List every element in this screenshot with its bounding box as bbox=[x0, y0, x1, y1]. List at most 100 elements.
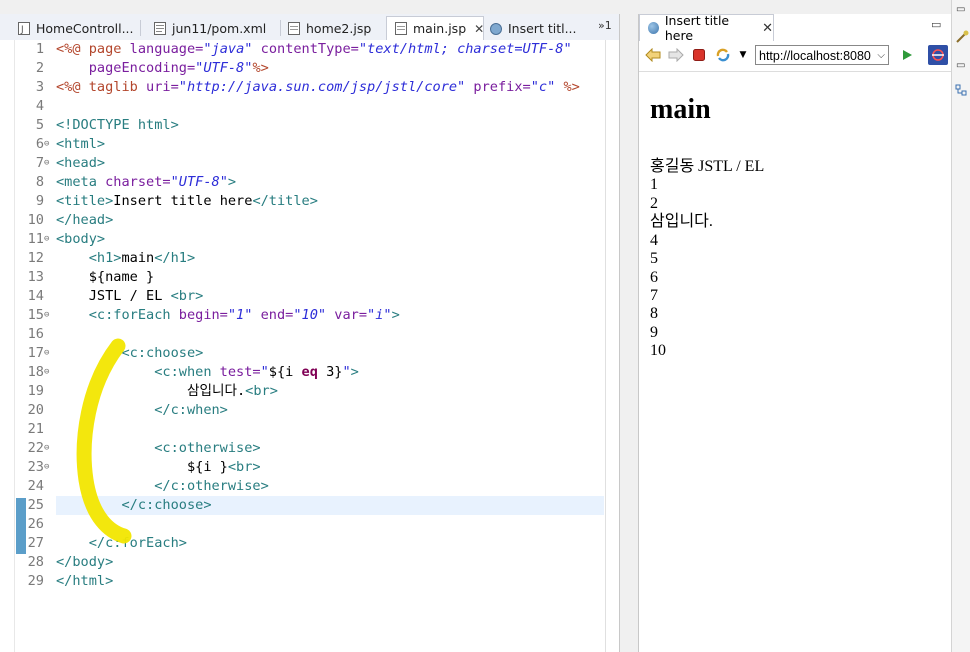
code-line-19: 19 삼입니다.<br> bbox=[0, 382, 604, 401]
code-token: </html> bbox=[56, 572, 113, 591]
browser-globe-icon bbox=[648, 22, 659, 34]
code-token: %> bbox=[555, 79, 580, 95]
open-external-icon[interactable] bbox=[928, 45, 948, 65]
fold-toggle-icon[interactable]: ⊖ bbox=[44, 458, 49, 477]
code-editor[interactable]: 1 <%@ page language="java" contentType="… bbox=[0, 40, 619, 652]
fold-toggle-icon[interactable]: ⊖ bbox=[44, 154, 49, 173]
editor-scrollbar[interactable] bbox=[605, 40, 606, 652]
line-number: 17 bbox=[27, 345, 44, 361]
code-token: <html> bbox=[56, 136, 106, 152]
refresh-icon[interactable] bbox=[715, 47, 731, 63]
line-number: 3 bbox=[35, 79, 44, 95]
back-icon[interactable] bbox=[645, 47, 661, 63]
code-token: </c:choose> bbox=[56, 497, 212, 513]
jsp-file-icon bbox=[288, 21, 300, 35]
code-token: </c:forEach> bbox=[56, 534, 187, 553]
close-tab-icon[interactable]: ✕ bbox=[762, 21, 773, 36]
output-line: 5 bbox=[650, 250, 658, 267]
code-line-10: 10 </head> bbox=[0, 211, 604, 230]
output-line: 9 bbox=[650, 324, 658, 341]
minimize-icon[interactable]: ▭ bbox=[931, 18, 941, 31]
fold-toggle-icon[interactable]: ⊖ bbox=[44, 230, 49, 249]
code-token: </h1> bbox=[154, 250, 196, 266]
code-line-23: 23 ⊖ ${i }<br> bbox=[0, 458, 604, 477]
code-token: <head> bbox=[56, 154, 105, 173]
browser-pane: Insert title here ✕ ▭ ▼ http://localhost… bbox=[638, 13, 952, 652]
code-token: </head> bbox=[56, 212, 114, 228]
code-token: page bbox=[80, 41, 130, 57]
code-token: uri= bbox=[146, 79, 179, 95]
code-token: "http://java.sun.com/jsp/jstl/core" bbox=[178, 79, 466, 95]
code-token: pageEncoding= bbox=[56, 60, 196, 76]
code-token: %> bbox=[252, 60, 269, 76]
line-number: 23 bbox=[27, 459, 44, 475]
line-number: 1 bbox=[35, 41, 44, 57]
fold-toggle-icon[interactable]: ⊖ bbox=[44, 306, 49, 325]
editor-pane: J HomeControll... jun11/pom.xml home2.js… bbox=[0, 14, 620, 652]
fold-toggle-icon[interactable]: ⊖ bbox=[44, 135, 49, 154]
code-line-24: 24 </c:otherwise> bbox=[0, 477, 604, 496]
browser-globe-icon bbox=[490, 22, 502, 35]
code-token: ${i } bbox=[56, 459, 228, 475]
code-line-20: 20 </c:when> bbox=[0, 401, 604, 420]
line-number: 11 bbox=[27, 231, 44, 247]
tab-browser-preview[interactable]: Insert titl... bbox=[490, 16, 578, 40]
tab-home2-jsp[interactable]: home2.jsp bbox=[288, 16, 382, 40]
output-line: 6 bbox=[650, 269, 658, 286]
code-token: "c" bbox=[530, 79, 556, 95]
forward-icon[interactable] bbox=[668, 47, 684, 63]
output-line: 삼입니다. bbox=[650, 213, 713, 230]
tab-label: Insert titl... bbox=[508, 20, 577, 36]
fold-toggle-icon[interactable]: ⊖ bbox=[44, 363, 49, 382]
code-token: <br> bbox=[245, 383, 278, 399]
tab-main-jsp[interactable]: main.jsp ✕ bbox=[386, 16, 484, 40]
line-number: 7 bbox=[35, 155, 44, 171]
code-token: > bbox=[391, 307, 400, 323]
line-number: 25 bbox=[27, 497, 44, 513]
code-token: <!DOCTYPE html> bbox=[56, 116, 179, 135]
output-line: 1 bbox=[650, 176, 658, 193]
line-number: 28 bbox=[27, 554, 44, 570]
browser-tab[interactable]: Insert title here ✕ bbox=[639, 13, 774, 43]
wizard-icon[interactable] bbox=[955, 30, 969, 47]
code-token: <!DOCTYPE html> bbox=[56, 117, 179, 133]
code-line-17: 17 ⊖ <c:choose> bbox=[0, 344, 604, 363]
tab-pom-xml[interactable]: jun11/pom.xml bbox=[154, 16, 276, 40]
code-token: ${i }<br> bbox=[56, 458, 261, 477]
chevron-down-icon[interactable]: ⌵ bbox=[877, 46, 885, 64]
code-token: </body> bbox=[56, 554, 114, 570]
stop-icon[interactable] bbox=[691, 47, 707, 63]
minimize-icon[interactable]: ▭ bbox=[956, 4, 965, 15]
code-token: "UTF-8" bbox=[195, 60, 253, 76]
menu-dropdown-icon[interactable]: ▼ bbox=[735, 47, 751, 63]
fold-toggle-icon[interactable]: ⊖ bbox=[44, 439, 49, 458]
restore-icon[interactable]: ▭ bbox=[956, 60, 965, 71]
java-file-icon: J bbox=[18, 21, 30, 35]
code-token: test= bbox=[211, 364, 261, 380]
code-token: "UTF-8" bbox=[170, 174, 228, 190]
tab-overflow-indicator[interactable]: »1 bbox=[598, 19, 612, 32]
line-number: 14 bbox=[27, 288, 44, 304]
code-token: " bbox=[260, 364, 269, 380]
fold-toggle-icon[interactable]: ⊖ bbox=[44, 344, 49, 363]
code-token: <body> bbox=[56, 231, 106, 247]
browser-viewport: main 홍길동 JSTL / EL 1 2 삼입니다. 4 5 6 7 8 9… bbox=[639, 72, 952, 652]
line-number: 10 bbox=[27, 212, 44, 228]
code-token: <html> bbox=[56, 135, 105, 154]
code-token: prefix= bbox=[465, 79, 531, 95]
line-number: 21 bbox=[27, 421, 44, 437]
code-token: </c:otherwise> bbox=[56, 478, 269, 494]
line-number: 24 bbox=[27, 478, 44, 494]
code-token: ${i bbox=[268, 364, 302, 380]
editor-tab-bar: J HomeControll... jun11/pom.xml home2.js… bbox=[0, 14, 619, 41]
code-line-21: 21 bbox=[0, 420, 604, 439]
code-token: <%@ bbox=[56, 41, 81, 57]
svg-text:J: J bbox=[20, 25, 24, 35]
line-number: 4 bbox=[35, 98, 44, 114]
url-input[interactable]: http://localhost:8080 ⌵ bbox=[755, 45, 889, 65]
outline-view-icon[interactable] bbox=[955, 84, 968, 100]
close-tab-icon[interactable]: ✕ bbox=[474, 22, 483, 36]
tab-home-controller[interactable]: J HomeControll... bbox=[18, 16, 136, 40]
code-token: > bbox=[350, 364, 359, 380]
go-icon[interactable] bbox=[899, 47, 915, 63]
